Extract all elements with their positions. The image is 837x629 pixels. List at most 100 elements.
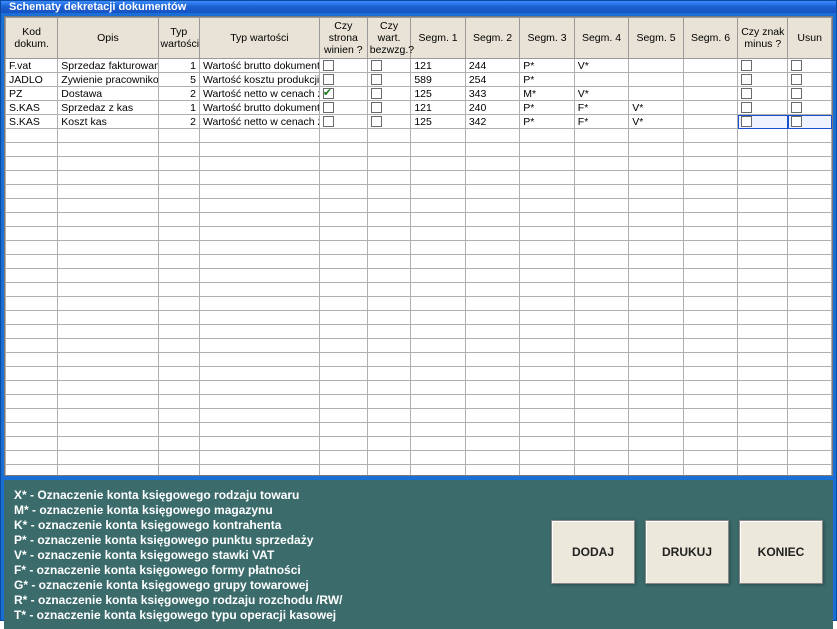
cell-seg1[interactable]: 121: [411, 101, 465, 115]
checkbox-icon[interactable]: [741, 74, 752, 85]
empty-cell[interactable]: [319, 381, 367, 395]
empty-cell[interactable]: [520, 381, 574, 395]
empty-cell[interactable]: [58, 367, 158, 381]
checkbox-icon[interactable]: [371, 60, 382, 71]
table-row[interactable]: F.vatSprzedaz fakturowana1Wartość brutto…: [6, 59, 832, 73]
empty-cell[interactable]: [465, 451, 519, 465]
empty-cell[interactable]: [367, 213, 411, 227]
decree-table[interactable]: Kod dokum. Opis Typ wartości Typ wartośc…: [5, 17, 832, 476]
empty-cell[interactable]: [199, 423, 319, 437]
table-row[interactable]: [6, 227, 832, 241]
empty-cell[interactable]: [574, 157, 628, 171]
cell-typno[interactable]: 1: [158, 59, 199, 73]
empty-cell[interactable]: [683, 437, 737, 451]
empty-cell[interactable]: [465, 171, 519, 185]
empty-cell[interactable]: [411, 325, 465, 339]
empty-cell[interactable]: [319, 157, 367, 171]
empty-cell[interactable]: [6, 353, 58, 367]
empty-cell[interactable]: [158, 255, 199, 269]
empty-cell[interactable]: [520, 395, 574, 409]
empty-cell[interactable]: [199, 283, 319, 297]
empty-cell[interactable]: [738, 325, 788, 339]
empty-cell[interactable]: [683, 339, 737, 353]
empty-cell[interactable]: [738, 283, 788, 297]
empty-cell[interactable]: [6, 381, 58, 395]
empty-cell[interactable]: [199, 451, 319, 465]
empty-cell[interactable]: [319, 465, 367, 477]
empty-cell[interactable]: [367, 227, 411, 241]
empty-cell[interactable]: [199, 171, 319, 185]
empty-cell[interactable]: [465, 255, 519, 269]
cell-typwart[interactable]: Wartość brutto dokumentu: [199, 101, 319, 115]
empty-cell[interactable]: [367, 381, 411, 395]
empty-cell[interactable]: [738, 227, 788, 241]
empty-cell[interactable]: [411, 297, 465, 311]
empty-cell[interactable]: [574, 437, 628, 451]
empty-cell[interactable]: [629, 395, 683, 409]
cell-seg2[interactable]: 244: [465, 59, 519, 73]
empty-cell[interactable]: [683, 143, 737, 157]
empty-cell[interactable]: [520, 129, 574, 143]
empty-cell[interactable]: [574, 143, 628, 157]
empty-cell[interactable]: [199, 255, 319, 269]
empty-cell[interactable]: [574, 395, 628, 409]
empty-cell[interactable]: [158, 297, 199, 311]
empty-cell[interactable]: [520, 283, 574, 297]
empty-cell[interactable]: [319, 367, 367, 381]
empty-cell[interactable]: [367, 353, 411, 367]
empty-cell[interactable]: [367, 241, 411, 255]
empty-cell[interactable]: [319, 171, 367, 185]
cell-bezwzg[interactable]: [367, 115, 411, 129]
empty-cell[interactable]: [788, 409, 832, 423]
empty-cell[interactable]: [520, 367, 574, 381]
cell-usun[interactable]: [788, 101, 832, 115]
empty-cell[interactable]: [319, 129, 367, 143]
empty-cell[interactable]: [629, 367, 683, 381]
empty-cell[interactable]: [738, 255, 788, 269]
empty-cell[interactable]: [629, 311, 683, 325]
empty-cell[interactable]: [629, 255, 683, 269]
table-row[interactable]: [6, 395, 832, 409]
checkbox-icon[interactable]: [741, 116, 752, 127]
empty-cell[interactable]: [520, 423, 574, 437]
empty-cell[interactable]: [465, 297, 519, 311]
empty-cell[interactable]: [58, 339, 158, 353]
cell-seg5[interactable]: [629, 87, 683, 101]
empty-cell[interactable]: [367, 171, 411, 185]
col-seg6[interactable]: Segm. 6: [683, 18, 737, 59]
empty-cell[interactable]: [465, 381, 519, 395]
empty-cell[interactable]: [520, 199, 574, 213]
empty-cell[interactable]: [574, 129, 628, 143]
cell-seg5[interactable]: V*: [629, 115, 683, 129]
empty-cell[interactable]: [683, 395, 737, 409]
empty-cell[interactable]: [158, 381, 199, 395]
cell-seg4[interactable]: F*: [574, 115, 628, 129]
table-row[interactable]: JADLOZywienie pracownikow5Wartość kosztu…: [6, 73, 832, 87]
cell-seg3[interactable]: P*: [520, 101, 574, 115]
cell-seg6[interactable]: [683, 115, 737, 129]
empty-cell[interactable]: [158, 409, 199, 423]
empty-cell[interactable]: [6, 171, 58, 185]
empty-cell[interactable]: [465, 465, 519, 477]
empty-cell[interactable]: [574, 227, 628, 241]
empty-cell[interactable]: [367, 395, 411, 409]
empty-cell[interactable]: [788, 339, 832, 353]
empty-cell[interactable]: [367, 185, 411, 199]
empty-cell[interactable]: [574, 283, 628, 297]
cell-winien[interactable]: [319, 87, 367, 101]
empty-cell[interactable]: [738, 311, 788, 325]
empty-cell[interactable]: [411, 283, 465, 297]
empty-cell[interactable]: [199, 185, 319, 199]
empty-cell[interactable]: [58, 353, 158, 367]
empty-cell[interactable]: [367, 423, 411, 437]
empty-cell[interactable]: [520, 437, 574, 451]
empty-cell[interactable]: [520, 451, 574, 465]
cell-kod[interactable]: S.KAS: [6, 115, 58, 129]
empty-cell[interactable]: [411, 367, 465, 381]
table-row[interactable]: [6, 157, 832, 171]
empty-cell[interactable]: [6, 339, 58, 353]
empty-cell[interactable]: [319, 143, 367, 157]
cell-bezwzg[interactable]: [367, 73, 411, 87]
table-row[interactable]: [6, 213, 832, 227]
empty-cell[interactable]: [465, 227, 519, 241]
